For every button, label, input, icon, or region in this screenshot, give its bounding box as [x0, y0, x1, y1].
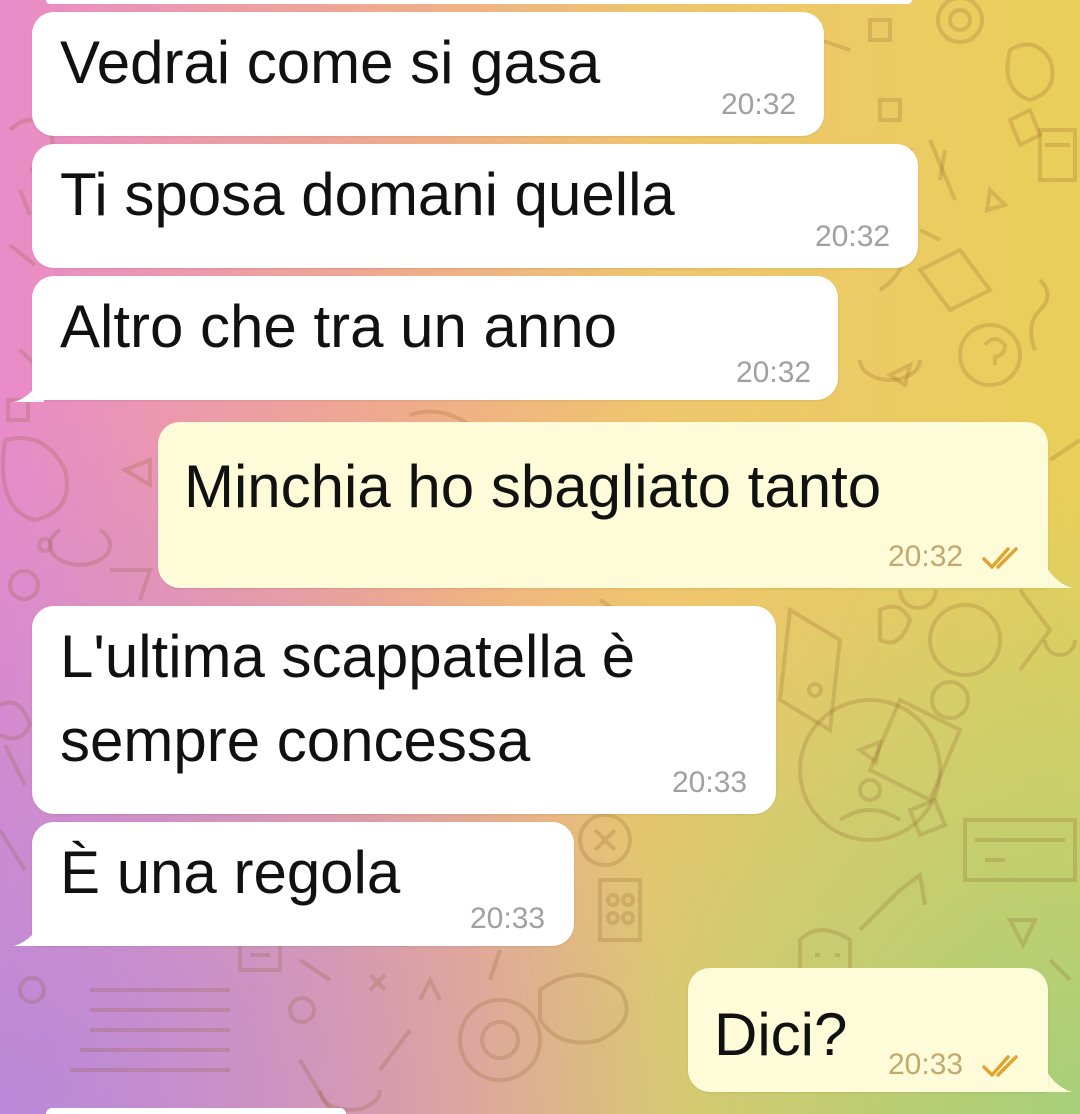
message-bubble-incoming[interactable]: È una regola 20:33 [32, 822, 574, 946]
message-time: 20:32 [888, 540, 964, 573]
message-bubble-incoming[interactable]: Ti sposa domani quella 20:32 [32, 144, 918, 268]
message-text: L'ultima scappatella è [60, 623, 636, 690]
message-time: 20:32 [736, 356, 812, 389]
message-text: Dici? [714, 1001, 848, 1068]
message-time: 20:32 [721, 88, 797, 121]
message-bubble-partial-top[interactable] [46, 0, 912, 4]
message-bubble-outgoing[interactable]: Minchia ho sbagliato tanto 20:32 [158, 422, 1048, 588]
message-text: Ti sposa domani quella [60, 161, 675, 228]
message-time: 20:32 [815, 220, 891, 253]
message-bubble-outgoing[interactable]: Dici? 20:33 [688, 968, 1048, 1092]
message-text: Vedrai come si gasa [60, 29, 601, 96]
message-bubble-partial-bottom[interactable] [46, 1108, 346, 1114]
message-bubble-incoming[interactable]: L'ultima scappatella è sempre concessa 2… [32, 606, 776, 814]
message-bubble-incoming[interactable]: Altro che tra un anno 20:32 [32, 276, 838, 400]
message-time: 20:33 [470, 902, 546, 935]
message-text-line2: sempre concessa [60, 707, 531, 774]
message-time: 20:33 [888, 1048, 964, 1081]
message-time: 20:33 [672, 766, 748, 799]
message-text: È una regola [60, 839, 401, 906]
message-bubble-incoming[interactable]: Vedrai come si gasa 20:32 [32, 12, 824, 136]
message-text: Altro che tra un anno [60, 293, 618, 360]
message-text: Minchia ho sbagliato tanto [184, 453, 882, 520]
double-check-icon [982, 547, 1018, 569]
double-check-icon [982, 1055, 1018, 1077]
